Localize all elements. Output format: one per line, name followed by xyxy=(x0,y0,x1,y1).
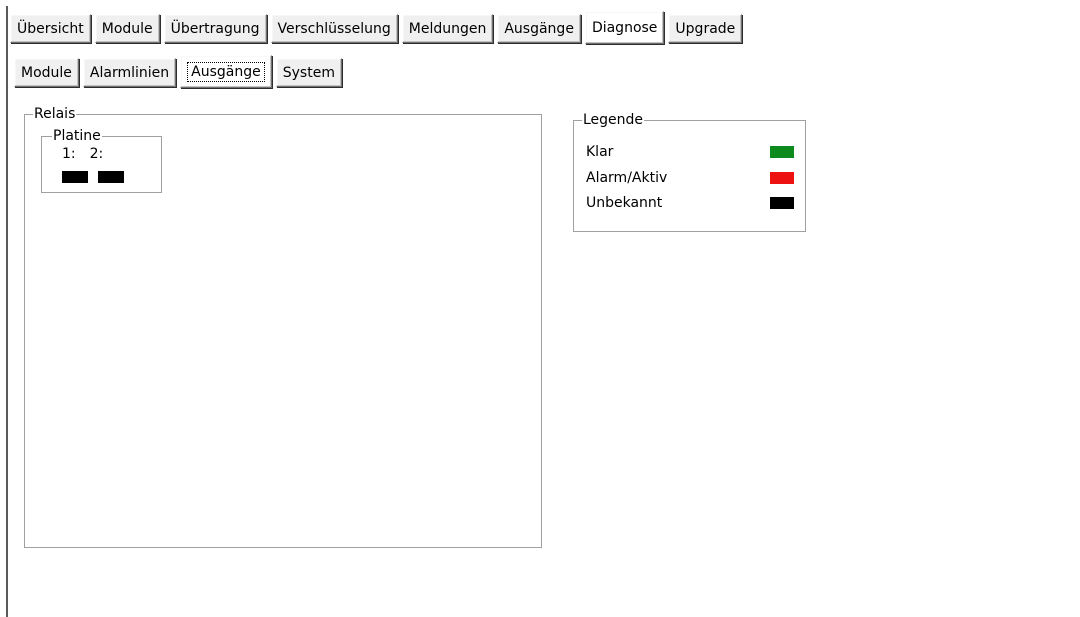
tab-module[interactable]: Module xyxy=(94,14,160,43)
subtab-label: Module xyxy=(21,64,72,81)
subtab-module[interactable]: Module xyxy=(14,58,79,87)
tab-meldungen[interactable]: Meldungen xyxy=(401,14,494,43)
black-swatch xyxy=(770,197,794,209)
main-tab-bar: Übersicht Module Übertragung Verschlüsse… xyxy=(10,9,746,44)
tab-ausgaenge[interactable]: Ausgänge xyxy=(497,14,581,43)
legend-label: Klar xyxy=(586,144,614,160)
legend-item-klar: Klar xyxy=(586,143,796,161)
legend-title: Legende xyxy=(582,111,645,129)
subtab-label: Alarmlinien xyxy=(89,64,170,81)
relais-title: Relais xyxy=(33,105,77,123)
legend-item-alarm-aktiv: Alarm/Aktiv xyxy=(586,169,796,187)
relay-labels: 1: 2: xyxy=(62,145,103,163)
subtab-label: Ausgänge xyxy=(187,61,265,82)
tab-label: Upgrade xyxy=(675,20,736,37)
tab-label: Meldungen xyxy=(408,20,487,37)
tab-label: Module xyxy=(101,20,153,37)
relay-1-label: 1: xyxy=(62,146,76,162)
diagnose-sub-tab-bar: Module Alarmlinien Ausgänge System xyxy=(14,55,346,88)
tab-diagnose[interactable]: Diagnose xyxy=(584,11,665,44)
tab-label: Verschlüsselung xyxy=(277,20,391,37)
relay-indicators xyxy=(62,171,124,183)
subtab-alarmlinien[interactable]: Alarmlinien xyxy=(82,58,177,87)
subtab-label: System xyxy=(282,64,335,81)
tab-label: Übersicht xyxy=(17,20,84,37)
tab-upgrade[interactable]: Upgrade xyxy=(668,14,743,43)
tab-uebersicht[interactable]: Übersicht xyxy=(10,14,91,43)
relay-1-status-indicator xyxy=(62,171,88,183)
tab-label: Ausgänge xyxy=(504,20,574,37)
subtab-ausgaenge[interactable]: Ausgänge xyxy=(180,55,272,88)
platine-groupbox: Platine 1: 2: xyxy=(41,127,162,193)
legend-label: Unbekannt xyxy=(586,195,663,211)
window-left-edge xyxy=(6,6,8,617)
relay-2-label: 2: xyxy=(89,146,104,162)
tab-verschluesselung[interactable]: Verschlüsselung xyxy=(270,14,398,43)
platine-title: Platine xyxy=(52,127,102,145)
legend-label: Alarm/Aktiv xyxy=(586,170,668,186)
tab-uebertragung[interactable]: Übertragung xyxy=(163,14,267,43)
legend-groupbox: Legende Klar Alarm/Aktiv Unbekannt xyxy=(573,111,806,232)
subtab-system[interactable]: System xyxy=(275,58,342,87)
relay-2-status-indicator xyxy=(98,171,124,183)
legend-item-unbekannt: Unbekannt xyxy=(586,194,796,212)
green-swatch xyxy=(770,146,794,158)
relais-groupbox: Relais Platine 1: 2: xyxy=(24,105,542,548)
tab-label: Diagnose xyxy=(591,19,658,36)
red-swatch xyxy=(770,172,794,184)
tab-label: Übertragung xyxy=(170,20,260,37)
